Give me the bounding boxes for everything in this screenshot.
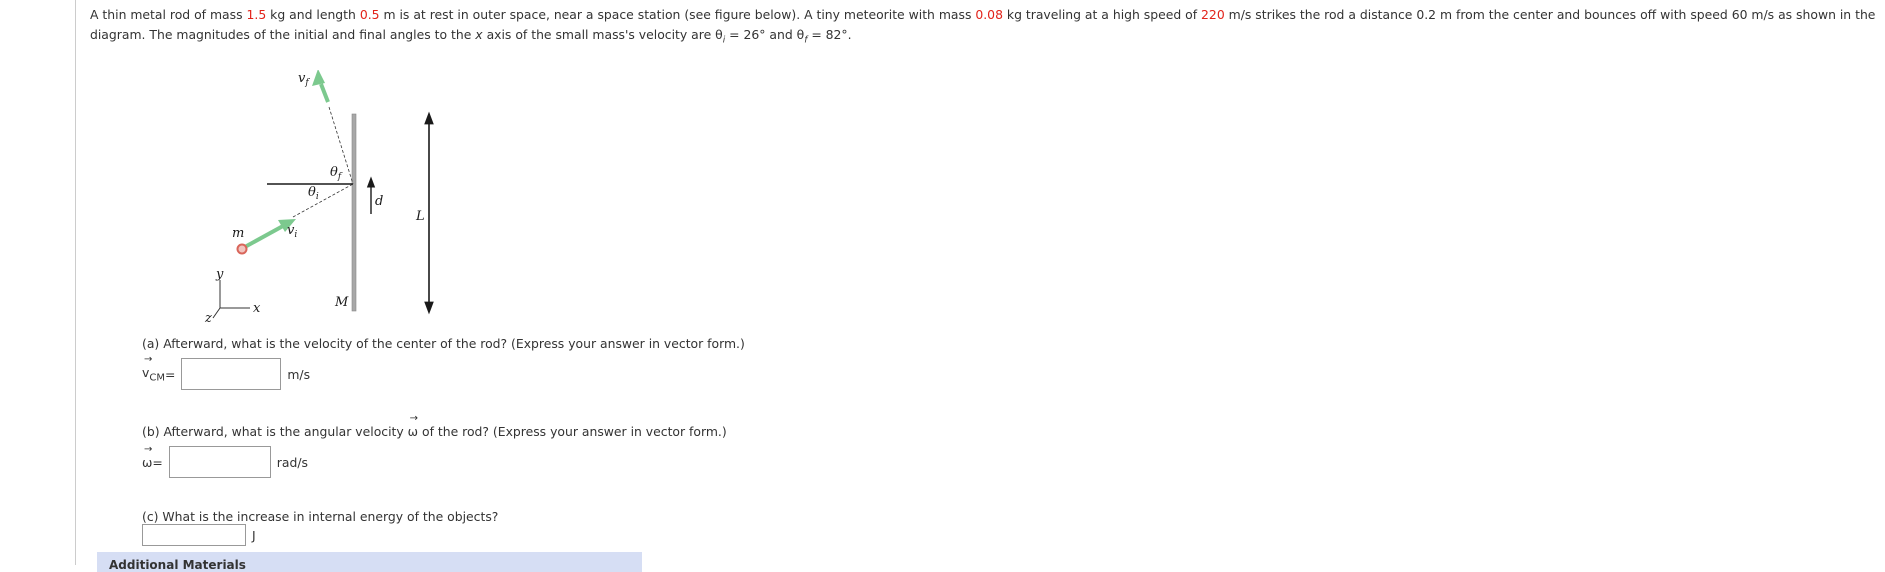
answer-row-a: → vCM = m/s — [142, 353, 311, 390]
question-c-text: (c) What is the increase in internal ene… — [142, 509, 499, 524]
problem-text: kg and length — [266, 7, 360, 22]
z-axis — [212, 307, 221, 319]
problem-text: axis of the small mass's velocity are θ — [482, 27, 723, 42]
question-a-text: (a) Afterward, what is the velocity of t… — [142, 336, 745, 351]
given-value: 0.5 — [359, 7, 380, 22]
question-b-text: (b) Afterward, what is the angular veloc… — [142, 413, 727, 439]
label-m: m — [232, 226, 244, 241]
problem-text: = 26° and θ — [725, 27, 805, 42]
equals-sign: = — [152, 454, 163, 470]
problem-statement: A thin metal rod of mass 1.5 kg and leng… — [90, 5, 1880, 50]
equals-sign: = — [164, 366, 176, 382]
label-L: L — [415, 209, 425, 224]
given-value: 220 — [1201, 7, 1225, 22]
unit-label-b: rad/s — [276, 454, 308, 470]
label-theta-i: θi — [308, 185, 319, 202]
given-value: 0.08 — [975, 7, 1003, 22]
label-vf: vf — [298, 71, 310, 88]
label-M: M — [334, 295, 349, 310]
unit-label-c: J — [252, 527, 256, 543]
problem-text: A thin metal rod of mass — [90, 7, 247, 22]
omega-answer-input[interactable] — [168, 446, 271, 478]
internal-energy-answer-input[interactable] — [142, 524, 246, 546]
incoming-dashed-line — [292, 183, 354, 218]
given-value: 1.5 — [246, 7, 267, 22]
vf-arrow — [319, 83, 330, 103]
vcm-symbol: → vCM — [142, 353, 165, 384]
problem-text: = 82°. — [807, 27, 852, 42]
label-x: x — [253, 301, 261, 316]
additional-materials-label: Additional Materials — [109, 558, 246, 572]
answer-row-b: → ω = rad/s — [142, 443, 308, 478]
problem-text: m is at rest in outer space, near a spac… — [379, 7, 976, 22]
physics-diagram: vf θf θi vi m d L M y x z — [204, 70, 434, 326]
problem-text: kg traveling at a high speed of — [1002, 7, 1202, 22]
label-y: y — [215, 267, 224, 282]
additional-materials-bar[interactable]: Additional Materials — [97, 552, 642, 572]
vf-arrowhead — [312, 70, 325, 86]
answer-row-c: J — [142, 524, 256, 546]
rod — [351, 113, 357, 312]
vcm-answer-input[interactable] — [181, 358, 282, 390]
label-vi: vi — [287, 223, 297, 240]
omega-inline-symbol: → ω — [407, 413, 419, 439]
meteorite-mass — [236, 243, 248, 255]
label-d: d — [375, 194, 383, 209]
omega-symbol: → ω — [142, 443, 153, 470]
left-border — [75, 0, 76, 565]
label-theta-f: θf — [330, 165, 343, 182]
problem-text: x — [475, 27, 483, 42]
vi-arrow — [242, 224, 284, 250]
label-z: z — [204, 311, 212, 326]
unit-label-a: m/s — [287, 366, 311, 382]
